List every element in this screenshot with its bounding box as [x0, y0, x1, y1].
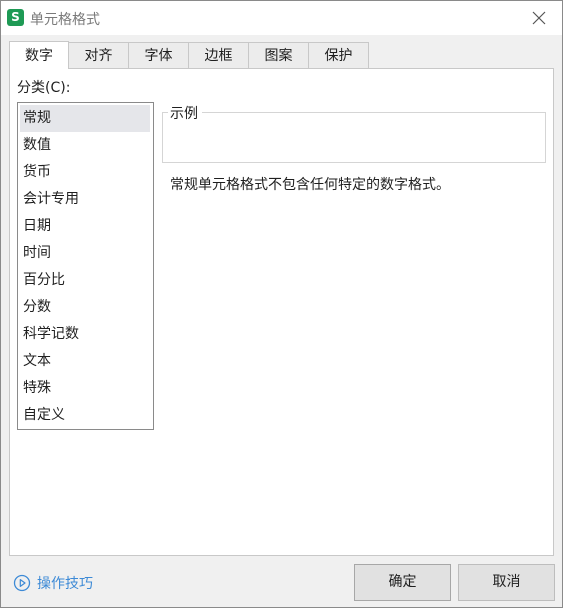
- tab-pattern[interactable]: 图案: [249, 42, 309, 69]
- tips-link[interactable]: 操作技巧: [13, 573, 93, 593]
- sample-legend: 示例: [168, 103, 202, 123]
- category-item-time[interactable]: 时间: [20, 240, 151, 267]
- wps-spreadsheet-icon: S: [7, 9, 24, 26]
- category-item-special[interactable]: 特殊: [20, 375, 151, 402]
- category-item-date[interactable]: 日期: [20, 213, 151, 240]
- play-circle-icon: [13, 574, 31, 592]
- category-item-percentage[interactable]: 百分比: [20, 267, 151, 294]
- title-bar: S 单元格格式: [1, 1, 562, 35]
- category-item-scientific[interactable]: 科学记数: [20, 321, 151, 348]
- sample-box: 示例: [162, 103, 546, 163]
- ok-button[interactable]: 确定: [354, 564, 451, 601]
- cancel-button[interactable]: 取消: [458, 564, 555, 601]
- category-item-number[interactable]: 数值: [20, 132, 151, 159]
- tab-protection[interactable]: 保护: [309, 42, 369, 69]
- category-list[interactable]: 常规 数值 货币 会计专用 日期 时间 百分比 分数 科学记数 文本 特殊 自定…: [17, 102, 154, 430]
- category-item-custom[interactable]: 自定义: [20, 402, 151, 429]
- tab-font[interactable]: 字体: [129, 42, 189, 69]
- tips-label: 操作技巧: [37, 576, 93, 592]
- tab-bar: 数字 对齐 字体 边框 图案 保护: [9, 41, 369, 69]
- dialog-title: 单元格格式: [30, 12, 100, 28]
- number-tab-panel: 分类(C): 常规 数值 货币 会计专用 日期 时间 百分比 分数 科学记数 文…: [9, 68, 554, 556]
- category-item-currency[interactable]: 货币: [20, 159, 151, 186]
- close-button[interactable]: [516, 1, 562, 35]
- tab-alignment[interactable]: 对齐: [69, 42, 129, 69]
- close-icon: [532, 11, 546, 25]
- format-description: 常规单元格格式不包含任何特定的数字格式。: [170, 177, 450, 193]
- category-label: 分类(C):: [17, 80, 71, 96]
- category-item-text[interactable]: 文本: [20, 348, 151, 375]
- tab-number[interactable]: 数字: [9, 41, 69, 69]
- tab-border[interactable]: 边框: [189, 42, 249, 69]
- format-cells-dialog: S 单元格格式 数字 对齐 字体 边框 图案 保护 分类(C): 常规 数值 货…: [0, 0, 563, 608]
- category-item-fraction[interactable]: 分数: [20, 294, 151, 321]
- category-item-accounting[interactable]: 会计专用: [20, 186, 151, 213]
- category-item-general[interactable]: 常规: [20, 105, 150, 132]
